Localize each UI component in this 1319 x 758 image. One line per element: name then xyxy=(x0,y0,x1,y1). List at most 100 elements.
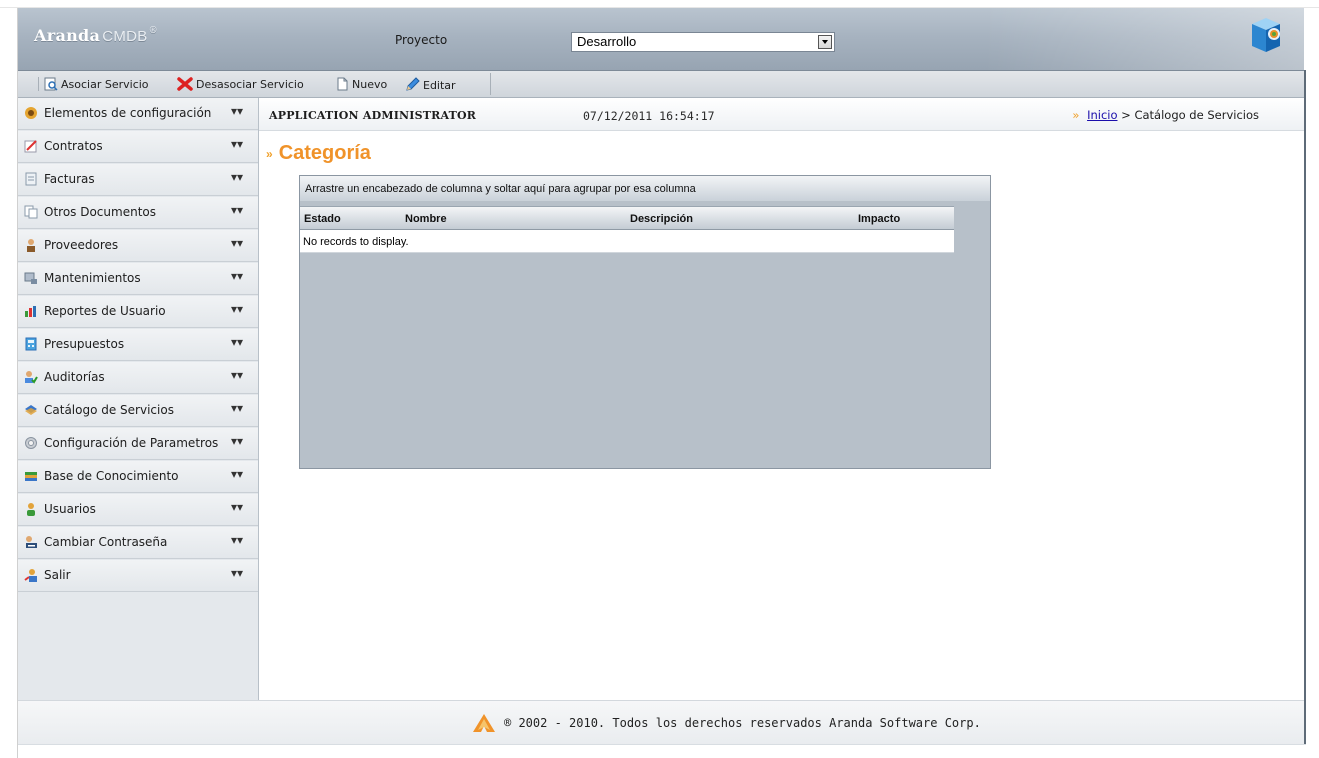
service-catalog-icon xyxy=(25,405,37,415)
footer: ® 2002 - 2010. Todos los derechos reserv… xyxy=(18,700,1304,745)
edit-button[interactable]: Editar xyxy=(404,77,456,93)
grid-header: Estado Nombre Descripción Impacto xyxy=(300,206,954,230)
sidebar-item-reportes-de-usuario[interactable]: Reportes de Usuario ▾▾ xyxy=(18,296,258,328)
divider xyxy=(1304,70,1306,744)
brand-registered: ® xyxy=(148,26,158,36)
chevron-down-icon[interactable]: ▾▾ xyxy=(231,203,243,217)
chevron-down-icon[interactable]: ▾▾ xyxy=(231,434,243,448)
toolbar-divider xyxy=(490,73,491,95)
sidebar-item-label: Salir xyxy=(44,568,71,582)
info-bar: APPLICATION ADMINISTRATOR 07/12/2011 16:… xyxy=(259,98,1304,131)
grid-empty-message: No records to display. xyxy=(300,230,954,253)
audit-icon xyxy=(25,371,38,384)
current-user: APPLICATION ADMINISTRATOR xyxy=(269,109,477,122)
sidebar-item-presupuestos[interactable]: Presupuestos ▾▾ xyxy=(18,329,258,361)
sidebar-item-label: Usuarios xyxy=(44,502,96,516)
sidebar-item-facturas[interactable]: Facturas ▾▾ xyxy=(18,164,258,196)
sidebar-item-label: Base de Conocimiento xyxy=(44,469,179,483)
category-grid: Arrastre un encabezado de columna y solt… xyxy=(299,175,991,469)
chevron-down-icon[interactable]: ▾▾ xyxy=(231,302,243,316)
suppliers-icon xyxy=(27,239,35,252)
users-icon xyxy=(27,503,35,516)
chevron-down-icon[interactable]: ▾▾ xyxy=(231,566,243,580)
breadcrumb-marker: » xyxy=(1072,108,1080,122)
chevron-down-icon[interactable]: ▾▾ xyxy=(231,170,243,184)
sidebar-item-label: Proveedores xyxy=(44,238,119,252)
breadcrumb: » Inicio > Catálogo de Servicios xyxy=(1072,108,1259,122)
documents-icon xyxy=(24,205,38,219)
title-marker: » xyxy=(266,147,273,161)
delete-x-icon xyxy=(177,77,193,91)
brand-product: CMDB xyxy=(102,28,148,45)
chevron-down-icon[interactable]: ▾▾ xyxy=(231,269,243,283)
new-button[interactable]: Nuevo xyxy=(336,77,387,91)
project-label: Proyecto xyxy=(395,33,448,47)
chevron-down-icon[interactable]: ▾▾ xyxy=(231,533,243,547)
sidebar-item-salir[interactable]: Salir ▾▾ xyxy=(18,560,258,592)
logout-icon xyxy=(24,569,37,582)
chevron-down-icon[interactable]: ▾▾ xyxy=(231,137,243,151)
chevron-down-icon[interactable]: ▾▾ xyxy=(231,236,243,250)
associate-icon xyxy=(44,77,58,91)
chevron-down-icon[interactable]: ▾▾ xyxy=(231,104,243,118)
chevron-down-icon[interactable]: ▾▾ xyxy=(231,368,243,382)
toolbar: Asociar Servicio Desasociar Servicio Nue… xyxy=(18,71,1304,98)
edit-label: Editar xyxy=(423,78,456,92)
sidebar-item-label: Configuración de Parametros xyxy=(44,436,219,450)
dissociate-service-button[interactable]: Desasociar Servicio xyxy=(177,77,304,91)
project-select-value: Desarrollo xyxy=(577,34,637,49)
sidebar-item-cambiar-contrasena[interactable]: Cambiar Contraseña ▾▾ xyxy=(18,527,258,559)
project-select[interactable]: Desarrollo xyxy=(571,32,835,52)
breadcrumb-home-link[interactable]: Inicio xyxy=(1087,108,1117,122)
sidebar-item-label: Reportes de Usuario xyxy=(44,304,166,318)
sidebar-item-configuracion-de-parametros[interactable]: Configuración de Parametros ▾▾ xyxy=(18,428,258,460)
dissociate-label: Desasociar Servicio xyxy=(196,77,304,91)
invoices-icon xyxy=(25,172,37,186)
group-by-drop-zone[interactable]: Arrastre un encabezado de columna y solt… xyxy=(300,176,990,201)
sidebar-item-mantenimientos[interactable]: Mantenimientos ▾▾ xyxy=(18,263,258,295)
password-icon xyxy=(26,536,37,548)
chevron-down-icon[interactable]: ▾▾ xyxy=(231,467,243,481)
sidebar-item-proveedores[interactable]: Proveedores ▾▾ xyxy=(18,230,258,262)
app-header: Aranda CMDB® Proyecto Desarrollo xyxy=(18,8,1304,71)
sidebar-item-base-de-conocimiento[interactable]: Base de Conocimiento ▾▾ xyxy=(18,461,258,493)
config-items-icon xyxy=(25,107,37,119)
associate-service-button[interactable]: Asociar Servicio xyxy=(44,77,149,91)
column-header-descripcion[interactable]: Descripción xyxy=(630,213,693,225)
chevron-down-icon[interactable]: ▾▾ xyxy=(231,500,243,514)
sidebar-item-label: Presupuestos xyxy=(44,337,125,351)
sidebar-item-auditorias[interactable]: Auditorías ▾▾ xyxy=(18,362,258,394)
sidebar-item-usuarios[interactable]: Usuarios ▾▾ xyxy=(18,494,258,526)
aranda-logo-icon xyxy=(473,714,495,732)
settings-icon xyxy=(25,437,37,449)
cmdb-cube-icon xyxy=(1252,18,1280,52)
sidebar-item-elementos-de-configuracion[interactable]: Elementos de configuración ▾▾ xyxy=(18,98,258,130)
main-content: APPLICATION ADMINISTRATOR 07/12/2011 16:… xyxy=(259,98,1304,700)
dropdown-arrow-icon[interactable] xyxy=(818,35,832,49)
chevron-down-icon[interactable]: ▾▾ xyxy=(231,335,243,349)
sidebar-item-catalogo-de-servicios[interactable]: Catálogo de Servicios ▾▾ xyxy=(18,395,258,427)
column-header-impacto[interactable]: Impacto xyxy=(858,213,900,225)
new-document-icon xyxy=(337,77,348,91)
column-header-nombre[interactable]: Nombre xyxy=(405,213,447,225)
footer-copyright: ® 2002 - 2010. Todos los derechos reserv… xyxy=(504,716,981,730)
chevron-down-icon[interactable]: ▾▾ xyxy=(231,401,243,415)
sidebar: Elementos de configuración ▾▾ Contratos … xyxy=(18,98,259,700)
page-title: » Categoría xyxy=(266,142,371,165)
column-header-estado[interactable]: Estado xyxy=(304,213,341,225)
sidebar-item-label: Catálogo de Servicios xyxy=(44,403,174,417)
pencil-icon xyxy=(406,77,420,91)
sidebar-item-label: Elementos de configuración xyxy=(44,106,212,120)
sidebar-item-label: Mantenimientos xyxy=(44,271,141,285)
sidebar-item-contratos[interactable]: Contratos ▾▾ xyxy=(18,131,258,163)
page-title-text: Categoría xyxy=(278,142,371,164)
brand-name: Aranda xyxy=(34,26,101,45)
divider xyxy=(18,744,1306,745)
sidebar-item-label: Facturas xyxy=(44,172,95,186)
associate-label: Asociar Servicio xyxy=(61,77,149,91)
sidebar-item-otros-documentos[interactable]: Otros Documentos ▾▾ xyxy=(18,197,258,229)
sidebar-item-label: Cambiar Contraseña xyxy=(44,535,168,549)
sidebar-item-label: Contratos xyxy=(44,139,103,153)
budget-icon xyxy=(25,337,37,351)
new-label: Nuevo xyxy=(352,77,388,91)
